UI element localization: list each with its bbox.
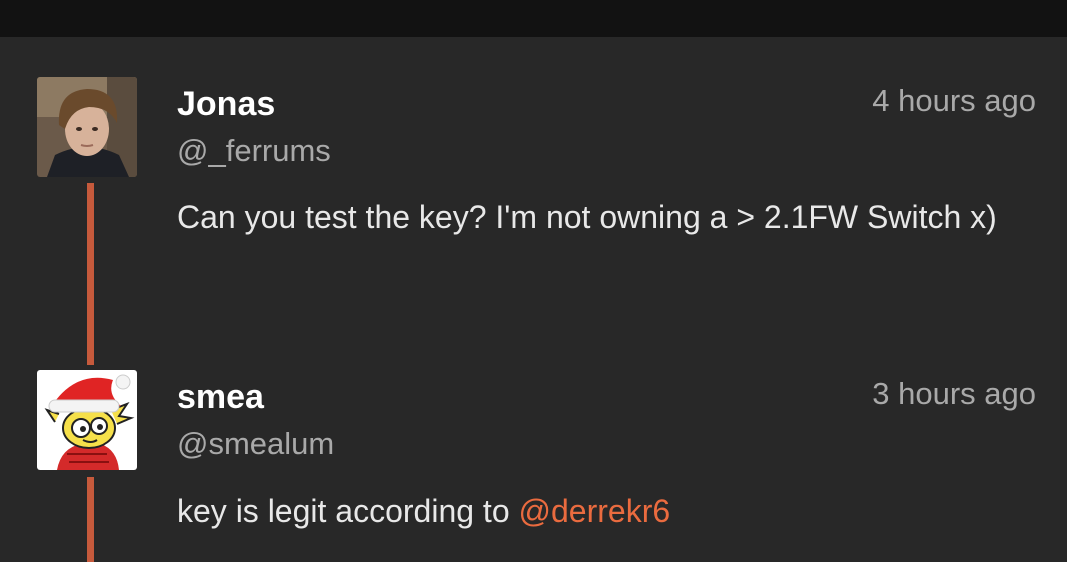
display-name[interactable]: smea [177,378,264,417]
tweet-text: key is legit according to @derrekr6 [177,486,1037,536]
tweet-thread: Jonas @_ferrums 4 hours ago Can you test… [0,37,1067,562]
timestamp: 3 hours ago [872,376,1036,411]
tweet-text: Can you test the key? I'm not owning a >… [177,199,997,235]
user-photo-icon [37,77,137,177]
user-handle[interactable]: @smealum [177,426,334,462]
tweet-item[interactable]: Jonas @_ferrums 4 hours ago Can you test… [0,77,1067,337]
cartoon-santa-hat-icon [37,370,137,470]
tweet-item[interactable]: smea @smealum 3 hours ago key is legit a… [0,370,1067,560]
mention-link[interactable]: @derrekr6 [519,493,671,529]
status-bar [0,0,1067,37]
user-handle[interactable]: @_ferrums [177,133,331,169]
tweet-text-prefix: key is legit according to [177,493,519,529]
avatar[interactable] [37,77,137,177]
avatar[interactable] [37,370,137,470]
timestamp: 4 hours ago [872,83,1036,118]
display-name[interactable]: Jonas [177,85,275,124]
